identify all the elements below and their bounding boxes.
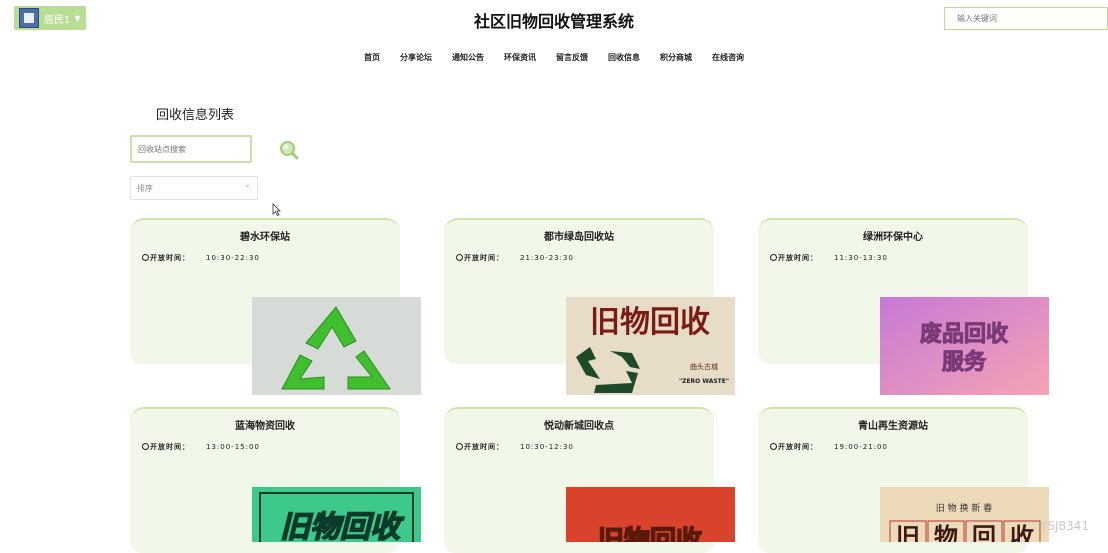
- svg-text:废品回收: 废品回收: [920, 321, 1008, 347]
- card-title: 悦动新城回收点: [544, 421, 614, 432]
- svg-text:旧 物 换 新 春: 旧 物 换 新 春: [936, 502, 992, 514]
- sort-select[interactable]: 排序 ⌄: [130, 176, 258, 200]
- recycle-arrows-image[interactable]: [252, 297, 421, 395]
- svg-text:曲头古城: 曲头古城: [690, 362, 718, 371]
- site-title: 社区旧物回收管理系统: [473, 12, 634, 31]
- svg-text:旧物回收: 旧物回收: [590, 305, 710, 340]
- card-title: 绿洲环保中心: [863, 232, 923, 243]
- card-hours: 开放时间： 10:30-22:30: [142, 253, 260, 263]
- card-title: 都市绿岛回收站: [544, 232, 614, 243]
- svg-text:物: 物: [934, 523, 958, 542]
- nav-feedback[interactable]: 留言反馈: [556, 52, 588, 63]
- nav-home[interactable]: 首页: [364, 52, 380, 63]
- card-hours: 开放时间： 13:00-15:00: [142, 442, 260, 452]
- clock-icon: [770, 443, 777, 450]
- card-hours: 开放时间： 21:30-23:30: [456, 253, 574, 263]
- chevron-down-icon: ⌄: [243, 180, 251, 190]
- old-goods-recycling-poster[interactable]: 旧物回收 曲头古城 "ZERO WASTE": [566, 297, 735, 395]
- page-title: 回收信息列表: [156, 108, 235, 123]
- clock-icon: [770, 254, 777, 261]
- svg-text:收: 收: [1010, 523, 1034, 542]
- station-search-input[interactable]: [130, 135, 252, 163]
- card-title: 青山再生资源站: [858, 421, 928, 432]
- header-search-input[interactable]: [944, 7, 1108, 30]
- mouse-cursor-icon: [272, 203, 281, 216]
- card-hours: 开放时间： 10:30-12:30: [456, 442, 574, 452]
- spring-exchange-poster[interactable]: 旧 物 换 新 春 旧 物 回 收: [880, 487, 1049, 542]
- clock-icon: [142, 443, 149, 450]
- main-nav: 首页 分享论坛 通知公告 环保资讯 留言反馈 回收信息 积分商城 在线咨询: [0, 52, 1108, 63]
- green-recycling-poster[interactable]: 旧物回收: [252, 487, 421, 542]
- nav-points-mall[interactable]: 积分商城: [660, 52, 692, 63]
- svg-text:旧物回收: 旧物回收: [280, 510, 405, 542]
- card-title: 碧水环保站: [240, 232, 290, 243]
- svg-text:回: 回: [972, 523, 996, 542]
- card-title: 蓝海物资回收: [235, 421, 295, 432]
- card-hours: 开放时间： 11:30-13:30: [770, 253, 888, 263]
- svg-text:旧物回收: 旧物回收: [598, 526, 702, 542]
- nav-eco-news[interactable]: 环保资讯: [504, 52, 536, 63]
- nav-forum[interactable]: 分享论坛: [400, 52, 432, 63]
- sort-label: 排序: [137, 183, 153, 193]
- waste-recycling-service-poster[interactable]: 废品回收 服务: [880, 297, 1049, 395]
- nav-recycle-info[interactable]: 回收信息: [608, 52, 640, 63]
- clock-icon: [456, 443, 463, 450]
- card-hours: 开放时间： 19:00-21:00: [770, 442, 888, 452]
- svg-text:服务: 服务: [942, 350, 987, 375]
- nav-consult[interactable]: 在线咨询: [712, 52, 744, 63]
- svg-text:旧: 旧: [896, 523, 920, 542]
- red-recycling-poster[interactable]: 旧物回收: [566, 487, 735, 542]
- watermark: YSJ8341: [1040, 519, 1090, 533]
- nav-notice[interactable]: 通知公告: [452, 52, 484, 63]
- search-icon[interactable]: [279, 140, 299, 160]
- clock-icon: [456, 254, 463, 261]
- svg-text:"ZERO WASTE": "ZERO WASTE": [679, 378, 729, 385]
- clock-icon: [142, 254, 149, 261]
